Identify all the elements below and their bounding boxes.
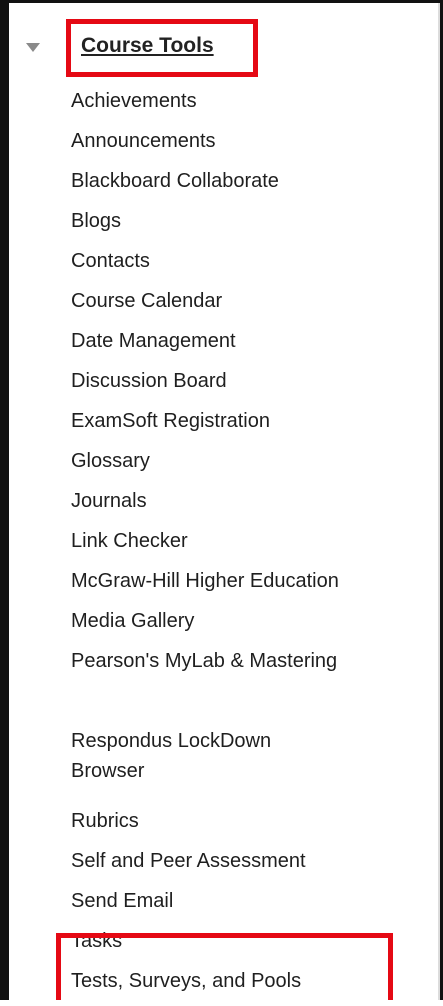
menu-item-glossary[interactable]: Glossary bbox=[71, 446, 341, 486]
menu-item-date-management[interactable]: Date Management bbox=[71, 326, 341, 366]
menu-item-media-gallery[interactable]: Media Gallery bbox=[71, 606, 341, 646]
menu-item-link-checker[interactable]: Link Checker bbox=[71, 526, 341, 566]
triangle-down-icon[interactable] bbox=[26, 43, 40, 52]
menu-item-rubrics[interactable]: Rubrics bbox=[71, 806, 341, 846]
menu-item-respondus-lockdown[interactable]: Respondus LockDown Browser bbox=[71, 726, 341, 806]
course-tools-menu: Achievements Announcements Blackboard Co… bbox=[71, 86, 341, 1006]
menu-item-journals[interactable]: Journals bbox=[71, 486, 341, 526]
menu-item-course-calendar[interactable]: Course Calendar bbox=[71, 286, 341, 326]
menu-item-examsoft-registration[interactable]: ExamSoft Registration bbox=[71, 406, 341, 446]
menu-item-contacts[interactable]: Contacts bbox=[71, 246, 341, 286]
menu-item-discussion-board[interactable]: Discussion Board bbox=[71, 366, 341, 406]
menu-item-announcements[interactable]: Announcements bbox=[71, 126, 341, 166]
highlight-box-tests-surveys bbox=[56, 933, 393, 1000]
highlight-box-course-tools bbox=[66, 19, 258, 77]
menu-item-blogs[interactable]: Blogs bbox=[71, 206, 341, 246]
menu-item-blackboard-collaborate[interactable]: Blackboard Collaborate bbox=[71, 166, 341, 206]
menu-item-self-peer-assessment[interactable]: Self and Peer Assessment bbox=[71, 846, 341, 886]
menu-item-mcgraw-hill[interactable]: McGraw-Hill Higher Education bbox=[71, 566, 341, 606]
menu-item-achievements[interactable]: Achievements bbox=[71, 86, 341, 126]
scrollbar-edge bbox=[438, 3, 440, 1000]
menu-item-send-email[interactable]: Send Email bbox=[71, 886, 341, 926]
menu-item-pearson-mylab[interactable]: Pearson's MyLab & Mastering bbox=[71, 646, 341, 726]
